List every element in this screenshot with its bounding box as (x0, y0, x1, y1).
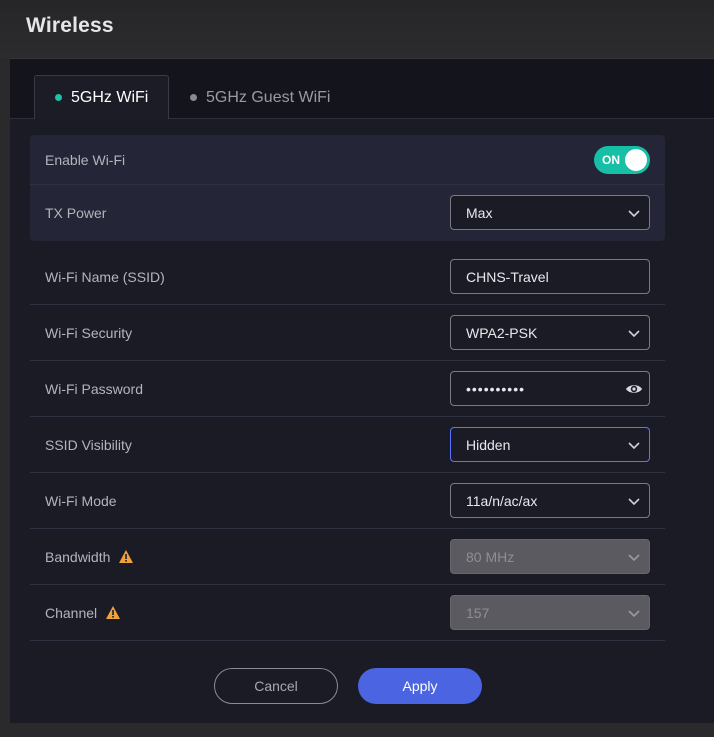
chevron-down-icon (628, 209, 640, 217)
bandwidth-select: 80 MHz (450, 539, 650, 574)
bandwidth-label: Bandwidth (45, 548, 111, 565)
inactive-dot-icon (190, 94, 197, 101)
security-value: WPA2-PSK (466, 324, 538, 341)
ssid-value: CHNS-Travel (466, 268, 549, 285)
row-channel: Channel 157 (30, 585, 665, 641)
warning-icon[interactable] (105, 605, 121, 620)
tab-5ghz-guest-wifi[interactable]: 5GHz Guest WiFi (190, 75, 330, 120)
apply-button[interactable]: Apply (358, 668, 482, 704)
toggle-text: ON (602, 153, 620, 167)
tx-power-value: Max (466, 204, 493, 221)
ssid-label: Wi-Fi Name (SSID) (45, 268, 165, 285)
active-dot-icon (55, 94, 62, 101)
bandwidth-value: 80 MHz (466, 548, 515, 565)
security-select[interactable]: WPA2-PSK (450, 315, 650, 350)
channel-label: Channel (45, 604, 98, 621)
row-ssid: Wi-Fi Name (SSID) CHNS-Travel (30, 249, 665, 305)
chevron-down-icon (628, 497, 640, 505)
ssid-input[interactable]: CHNS-Travel (450, 259, 650, 294)
row-security: Wi-Fi Security WPA2-PSK (30, 305, 665, 361)
tx-power-select[interactable]: Max (450, 195, 650, 230)
row-bandwidth: Bandwidth 80 MHz (30, 529, 665, 585)
wifi-mode-label: Wi-Fi Mode (45, 492, 117, 509)
wifi-mode-value: 11a/n/ac/ax (466, 492, 538, 509)
row-ssid-visibility: SSID Visibility Hidden (30, 417, 665, 473)
toggle-knob (625, 149, 647, 171)
wifi-mode-select[interactable]: 11a/n/ac/ax (450, 483, 650, 518)
bandwidth-label-wrap: Bandwidth (45, 549, 134, 565)
wireless-panel: 5GHz WiFi 5GHz Guest WiFi Enable Wi-Fi O… (10, 58, 714, 723)
channel-value: 157 (466, 604, 490, 621)
page-title: Wireless (26, 14, 114, 37)
row-password: Wi-Fi Password •••••••••• (30, 361, 665, 417)
settings-content: Enable Wi-Fi ON TX Power Max Wi-Fi Name … (10, 119, 714, 723)
warning-icon[interactable] (118, 549, 134, 564)
tab-5ghz-wifi[interactable]: 5GHz WiFi (34, 75, 169, 120)
ssid-visibility-value: Hidden (466, 436, 511, 453)
tab-label: 5GHz WiFi (71, 88, 149, 106)
tab-label: 5GHz Guest WiFi (206, 88, 331, 106)
top-bar: Wireless (0, 0, 714, 58)
row-tx-power: TX Power Max (30, 185, 665, 241)
ssid-visibility-select[interactable]: Hidden (450, 427, 650, 462)
ssid-visibility-label: SSID Visibility (45, 436, 132, 453)
security-label: Wi-Fi Security (45, 324, 133, 341)
channel-label-wrap: Channel (45, 605, 121, 621)
enable-wifi-label: Enable Wi-Fi (45, 151, 126, 168)
password-value: •••••••••• (466, 380, 526, 397)
cancel-button[interactable]: Cancel (214, 668, 338, 704)
chevron-down-icon (628, 441, 640, 449)
eye-icon[interactable] (625, 382, 643, 396)
chevron-down-icon (628, 609, 640, 617)
chevron-down-icon (628, 553, 640, 561)
chevron-down-icon (628, 329, 640, 337)
row-wifi-mode: Wi-Fi Mode 11a/n/ac/ax (30, 473, 665, 529)
password-label: Wi-Fi Password (45, 380, 144, 397)
tx-power-label: TX Power (45, 205, 107, 221)
row-enable-wifi: Enable Wi-Fi ON (30, 135, 665, 185)
password-input[interactable]: •••••••••• (450, 371, 650, 406)
tab-bar: 5GHz WiFi 5GHz Guest WiFi (10, 59, 714, 120)
enable-wifi-toggle[interactable]: ON (594, 146, 650, 174)
channel-select: 157 (450, 595, 650, 630)
